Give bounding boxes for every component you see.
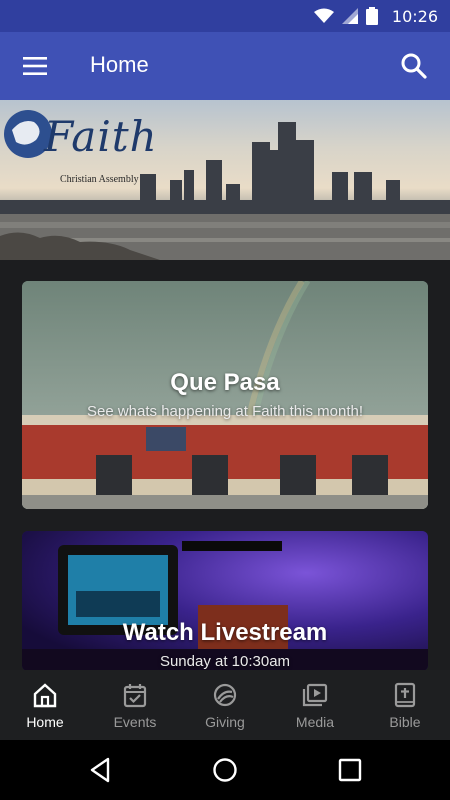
bottom-navigation: Home Events Giving Media Bible <box>0 670 450 740</box>
giving-icon <box>213 683 237 707</box>
nav-item-giving[interactable]: Giving <box>180 670 270 740</box>
home-icon <box>33 683 57 708</box>
nav-item-bible[interactable]: Bible <box>360 670 450 740</box>
bible-icon <box>394 682 416 708</box>
nav-label: Events <box>113 714 157 730</box>
status-time: 10:26 <box>391 6 438 26</box>
calendar-icon <box>123 684 147 708</box>
page-title: Home <box>90 52 149 77</box>
search-icon <box>401 53 427 79</box>
nav-label: Media <box>295 714 335 730</box>
logo-text: Faith <box>44 112 158 161</box>
system-navigation-bar <box>0 740 450 800</box>
search-button[interactable] <box>400 52 428 80</box>
hero-banner: Faith Christian Assembly <box>0 100 450 260</box>
nav-label: Giving <box>205 714 245 730</box>
status-bar: 10:26 <box>0 0 450 32</box>
battery-icon <box>365 7 378 25</box>
recents-icon[interactable] <box>335 756 365 784</box>
cell-signal-icon <box>341 8 358 24</box>
nav-item-events[interactable]: Events <box>90 670 180 740</box>
app-bar: Home <box>0 32 450 100</box>
card-subtitle: Sunday at 10:30am <box>159 653 291 670</box>
back-icon[interactable] <box>86 756 116 784</box>
church-logo: Faith Christian Assembly <box>4 106 157 186</box>
home-circle-icon[interactable] <box>210 756 240 784</box>
nav-label: Home <box>26 714 64 730</box>
livestream-stage-image <box>22 531 428 671</box>
media-icon <box>302 683 328 707</box>
card-subtitle: See whats happening at Faith this month! <box>86 403 363 420</box>
que-pasa-card[interactable]: Que Pasa See whats happening at Faith th… <box>22 281 428 509</box>
watch-livestream-card[interactable]: Watch Livestream Sunday at 10:30am <box>22 531 428 671</box>
wifi-icon <box>313 8 334 23</box>
hamburger-menu-icon <box>23 57 47 75</box>
logo-subtitle: Christian Assembly <box>60 174 139 185</box>
nav-item-media[interactable]: Media <box>270 670 360 740</box>
card-title: Que Pasa <box>170 369 280 396</box>
nav-label: Bible <box>389 714 421 730</box>
card-title: Watch Livestream <box>122 619 328 646</box>
menu-button[interactable] <box>22 54 48 78</box>
nav-item-home[interactable]: Home <box>0 670 90 740</box>
